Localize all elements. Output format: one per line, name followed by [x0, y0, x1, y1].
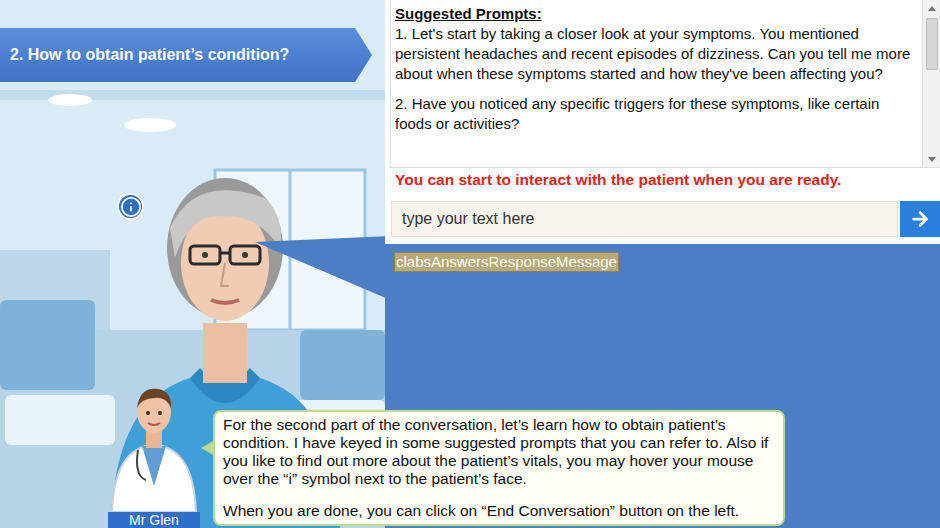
lesson-screen: 2. How to obtain patient’s condition? Mr … — [0, 0, 940, 528]
tutor-speech-bubble: For the second part of the conversation,… — [213, 410, 785, 526]
prompt-item: 2. Have you noticed any specific trigger… — [395, 94, 918, 134]
scrollbar[interactable] — [922, 0, 940, 167]
doctor-icon — [106, 376, 202, 512]
prompts-text: Suggested Prompts:1. Let's start by taki… — [391, 0, 922, 167]
scroll-track[interactable] — [923, 16, 940, 151]
send-button[interactable] — [900, 201, 940, 237]
prompt-item: 1. Let's start by taking a closer look a… — [395, 24, 918, 84]
tutor-name: Mr Glen — [108, 512, 200, 528]
scroll-down-icon[interactable] — [924, 151, 940, 167]
scroll-thumb[interactable] — [926, 18, 938, 70]
vitals-info-button[interactable] — [117, 193, 144, 220]
chat-input[interactable] — [391, 201, 898, 237]
lesson-title: 2. How to obtain patient’s condition? — [0, 28, 385, 82]
tutor: Mr Glen — [106, 376, 202, 528]
arrow-right-icon — [909, 208, 931, 230]
speech-tail-icon — [255, 230, 385, 310]
response-message: clabsAnswersResponseMessage — [394, 252, 619, 272]
chat-input-row — [385, 194, 940, 244]
tutor-paragraph: For the second part of the conversation,… — [223, 416, 775, 488]
start-notice: You can start to interact with the patie… — [385, 168, 940, 194]
info-icon — [120, 196, 142, 218]
suggested-prompts[interactable]: Suggested Prompts:1. Let's start by taki… — [390, 0, 940, 168]
prompts-heading: Suggested Prompts: — [395, 4, 918, 24]
scroll-up-icon[interactable] — [924, 0, 940, 16]
tutor-paragraph: When you are done, you can click on “End… — [223, 502, 775, 520]
